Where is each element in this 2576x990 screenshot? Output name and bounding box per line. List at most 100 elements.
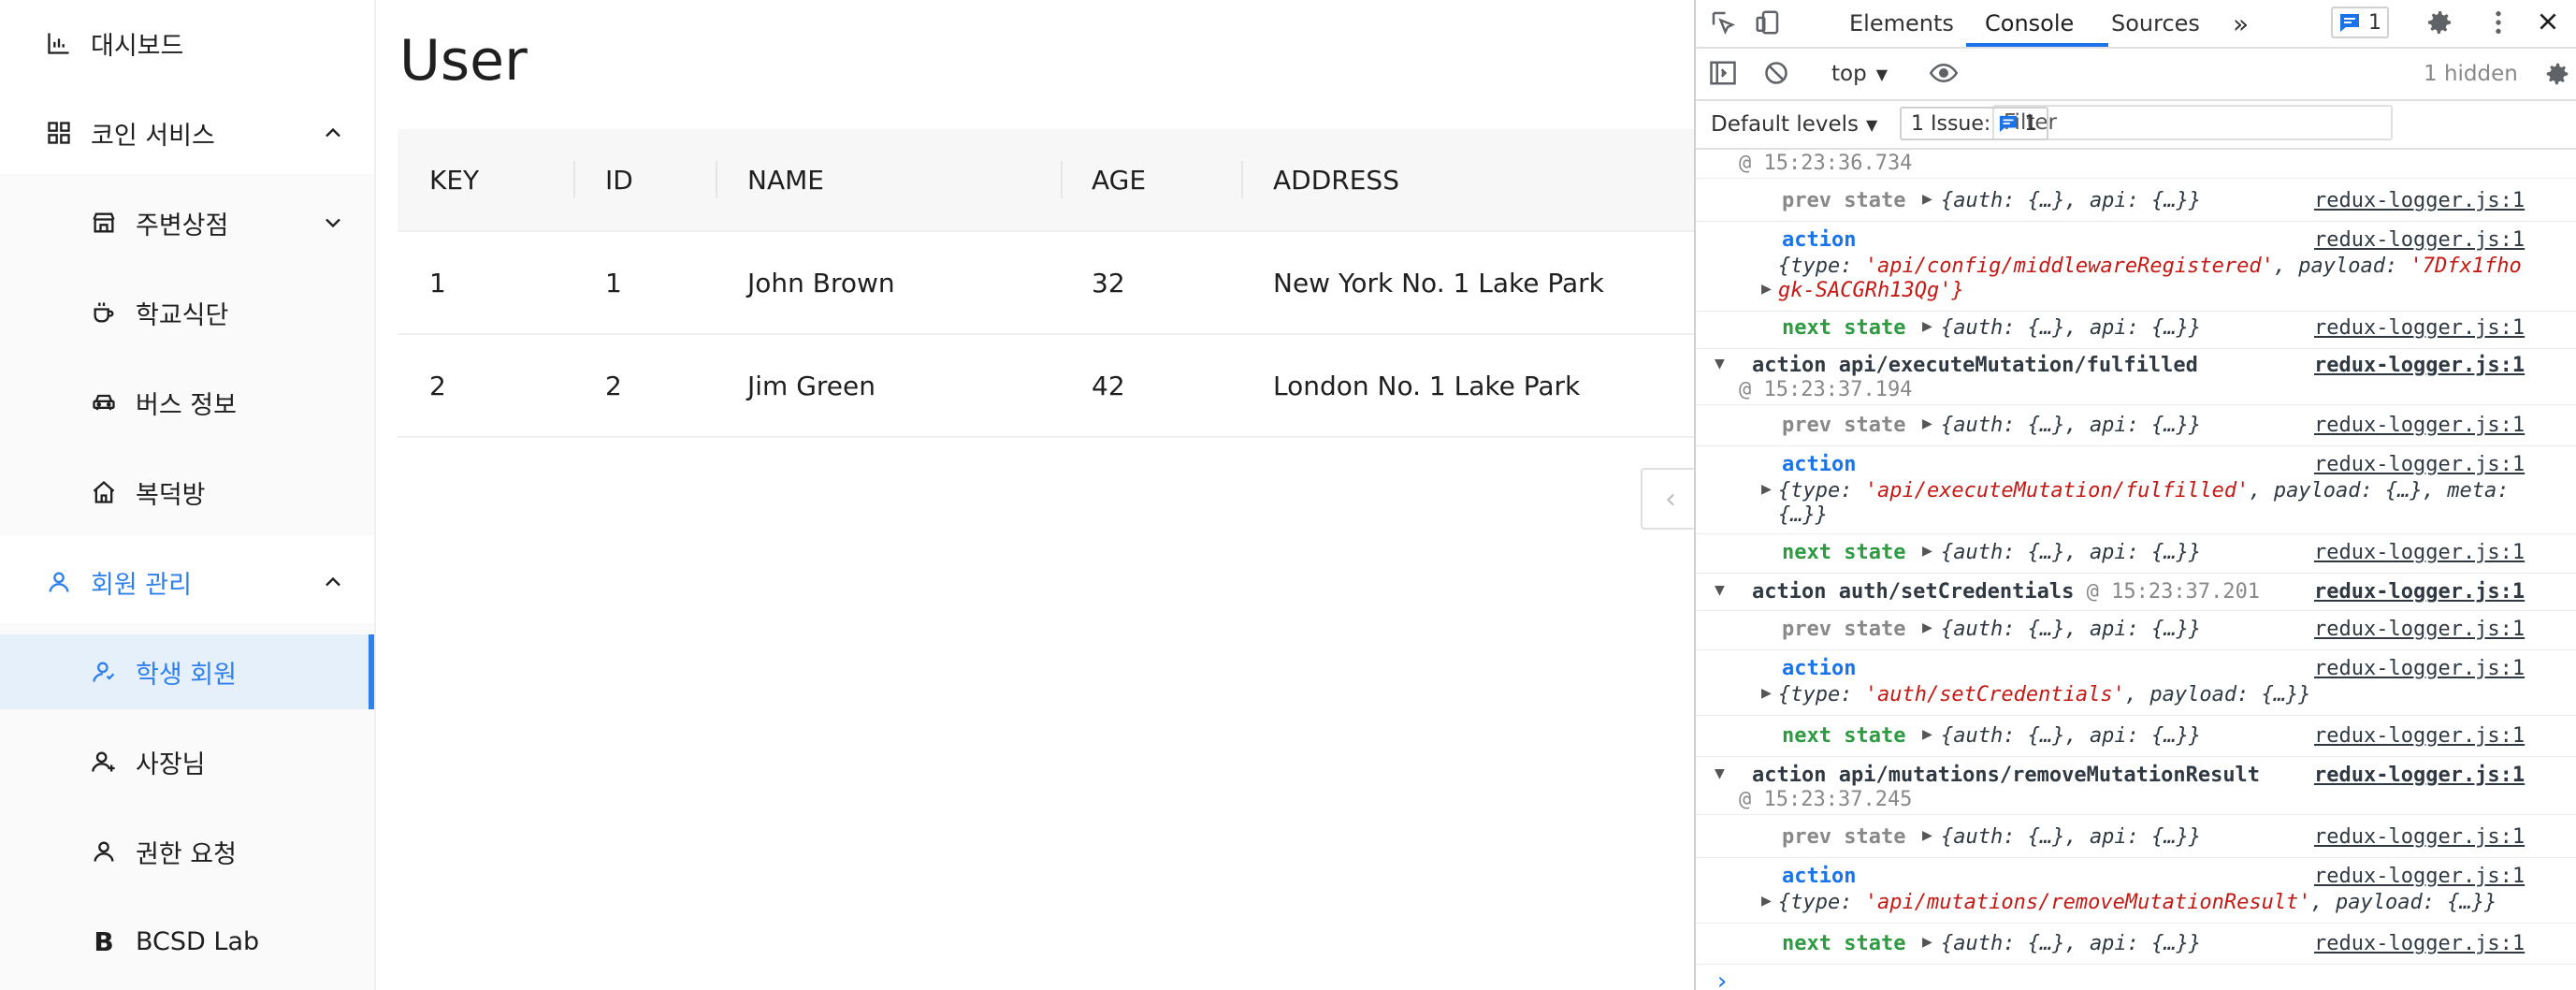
console-prompt[interactable]: › (1715, 968, 2576, 990)
source-link[interactable]: redux-logger.js:1 (2314, 825, 2525, 849)
expand-triangle-icon[interactable]: ▶ (1761, 279, 1772, 298)
console-settings-gear-icon[interactable] (2543, 60, 2571, 92)
state-object[interactable]: {auth: {…}, api: {…}} (1941, 316, 2201, 340)
more-options-icon[interactable] (2493, 7, 2504, 41)
column-divider (1241, 161, 1243, 198)
tab-console[interactable]: Console (1985, 0, 2074, 47)
issues-button[interactable]: 1 Issue: 1 (1900, 107, 2049, 140)
source-link[interactable]: redux-logger.js:1 (2314, 228, 2525, 252)
collapse-triangle-icon[interactable]: ▼ (1715, 764, 1725, 783)
state-object[interactable]: {auth: {…}, api: {…}} (1941, 618, 2201, 641)
log-divider (1696, 857, 2576, 858)
user-icon (45, 568, 73, 596)
state-object[interactable]: {auth: {…}, api: {…}} (1941, 825, 2201, 849)
inspect-element-icon[interactable] (1709, 8, 1737, 40)
collapse-triangle-icon[interactable]: ▼ (1715, 354, 1725, 373)
expand-triangle-icon[interactable]: ▶ (1922, 618, 1932, 637)
column-header-address[interactable]: ADDRESS (1273, 129, 1399, 230)
column-divider (1061, 161, 1063, 198)
expand-triangle-icon[interactable]: ▶ (1761, 683, 1772, 703)
sidebar-item-school-meal[interactable]: 학교식단 (0, 275, 374, 350)
sidebar-item-label: 버스 정보 (136, 390, 237, 420)
sidebar-item-bcsd-lab[interactable]: B BCSD Lab (0, 904, 374, 979)
source-link[interactable]: redux-logger.js:1 (2314, 354, 2525, 377)
sidebar-item-nearby-shops[interactable]: 주변상점 (0, 185, 374, 260)
state-object[interactable]: {auth: {…}, api: {…}} (1941, 414, 2201, 437)
sidebar-item-dashboard[interactable]: 대시보드 (0, 6, 374, 80)
context-selector[interactable]: top ▼ (1831, 51, 1888, 97)
expand-triangle-icon[interactable]: ▶ (1922, 189, 1932, 209)
table-header: KEY ID NAME AGE ADDRESS (398, 129, 1694, 232)
eye-icon[interactable] (1928, 59, 1960, 91)
source-link[interactable]: redux-logger.js:1 (2314, 189, 2525, 212)
column-header-age[interactable]: AGE (1092, 129, 1146, 230)
sidebar-item-student-members[interactable]: 학생 회원 (0, 634, 374, 709)
source-link[interactable]: redux-logger.js:1 (2314, 541, 2525, 564)
log-divider (1696, 756, 2576, 757)
log-divider (1696, 964, 2576, 965)
sidebar-item-bus-info[interactable]: 버스 정보 (0, 365, 374, 440)
state-object[interactable]: {auth: {…}, api: {…}} (1941, 724, 2201, 748)
state-object[interactable]: {auth: {…}, api: {…}} (1941, 932, 2201, 955)
state-object[interactable]: {auth: {…}, api: {…}} (1941, 189, 2201, 212)
source-link[interactable]: redux-logger.js:1 (2314, 618, 2525, 641)
sidebar-toggle-icon[interactable] (1709, 60, 1737, 90)
expand-triangle-icon[interactable]: ▶ (1922, 932, 1932, 952)
close-icon[interactable] (2536, 9, 2560, 37)
log-divider (1696, 311, 2576, 312)
shop-icon (90, 209, 118, 237)
chevron-down-icon (326, 218, 340, 228)
expand-triangle-icon[interactable]: ▶ (1922, 414, 1932, 433)
source-link[interactable]: redux-logger.js:1 (2314, 865, 2525, 888)
device-toolbar-icon[interactable] (1754, 8, 1782, 40)
log-divider (1696, 348, 2576, 349)
source-link[interactable]: redux-logger.js:1 (2314, 724, 2525, 748)
source-link[interactable]: redux-logger.js:1 (2314, 316, 2525, 340)
sidebar-item-real-estate[interactable]: 복덕방 (0, 455, 374, 530)
action-text: {type: 'api/executeMutation/fulfilled', … (1778, 479, 2510, 502)
source-link[interactable]: redux-logger.js:1 (2314, 580, 2525, 604)
console-levels-bar: Default levels ▼ 1 Issue: 1 (1696, 101, 2576, 150)
expand-triangle-icon[interactable]: ▶ (1922, 825, 1932, 845)
column-header-key[interactable]: KEY (429, 129, 479, 230)
more-tabs-icon[interactable]: » (2233, 0, 2249, 47)
source-link[interactable]: redux-logger.js:1 (2314, 932, 2525, 955)
source-link[interactable]: redux-logger.js:1 (2314, 453, 2525, 476)
action-object[interactable]: {type: 'api/config/middlewareRegistered'… (1778, 255, 2576, 278)
console-toolbar: top ▼ Filter 1 hidden (1696, 49, 2576, 140)
tab-sources[interactable]: Sources (2111, 0, 2200, 47)
column-divider (573, 161, 575, 198)
collapse-triangle-icon[interactable]: ▼ (1715, 580, 1725, 600)
source-link[interactable]: redux-logger.js:1 (2314, 657, 2525, 680)
expand-triangle-icon[interactable]: ▶ (1922, 316, 1932, 336)
table-row[interactable]: 2 2 Jim Green 42 London No. 1 Lake Park (398, 335, 1694, 438)
expand-triangle-icon[interactable]: ▶ (1922, 541, 1932, 561)
tab-elements[interactable]: Elements (1849, 0, 1954, 47)
action-label: action (1782, 657, 1857, 680)
log-divider (1696, 814, 2576, 815)
expand-triangle-icon[interactable]: ▶ (1761, 479, 1772, 499)
log-levels-dropdown[interactable]: Default levels ▼ (1711, 101, 1877, 148)
column-header-id[interactable]: ID (605, 129, 633, 230)
table-row[interactable]: 1 1 John Brown 32 New York No. 1 Lake Pa… (398, 232, 1694, 335)
clear-console-icon[interactable] (1763, 60, 1789, 90)
source-link[interactable]: redux-logger.js:1 (2314, 414, 2525, 437)
log-divider (1696, 221, 2576, 222)
expand-triangle-icon[interactable]: ▶ (1922, 724, 1932, 744)
log-timestamp: @ 15:23:37.194 (1739, 378, 1913, 401)
expand-triangle-icon[interactable]: ▶ (1761, 891, 1772, 910)
sidebar-item-member-management[interactable]: 회원 관리 (0, 545, 374, 619)
dropdown-arrow-icon: ▼ (1866, 115, 1878, 134)
settings-gear-icon[interactable] (2424, 7, 2454, 41)
messages-badge[interactable]: 1 (2331, 7, 2389, 38)
state-object[interactable]: {auth: {…}, api: {…}} (1941, 541, 2201, 564)
prev-state-label: prev state (1782, 414, 1906, 437)
collapse-button[interactable]: ‹ (1641, 468, 1700, 530)
prev-state-label: prev state (1782, 825, 1906, 849)
sidebar-item-coin-service[interactable]: 코인 서비스 (0, 95, 374, 170)
source-link[interactable]: redux-logger.js:1 (2314, 764, 2525, 787)
sidebar-item-permission-requests[interactable]: 권한 요청 (0, 814, 374, 889)
sidebar-item-owners[interactable]: 사장님 (0, 724, 374, 799)
column-header-name[interactable]: NAME (747, 129, 824, 230)
bar-chart-icon (45, 29, 73, 57)
